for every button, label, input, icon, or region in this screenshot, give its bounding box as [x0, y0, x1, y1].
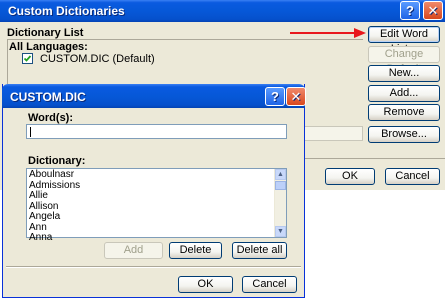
- close-icon: ✕: [290, 89, 302, 104]
- remove-label: Remove: [383, 106, 425, 118]
- dictionary-scrollbar[interactable]: ▲ ▼: [274, 169, 286, 237]
- dictionary-word-item[interactable]: Anna: [29, 232, 80, 244]
- new-button[interactable]: New...: [368, 65, 440, 82]
- close-icon: ✕: [427, 3, 439, 18]
- delete-button[interactable]: Delete: [169, 242, 222, 259]
- dictionary-row-custom-dic[interactable]: CUSTOM.DIC (Default): [9, 53, 361, 66]
- inner-cancel-button[interactable]: Cancel: [242, 276, 297, 293]
- browse-label: Browse...: [381, 128, 427, 140]
- inner-ok-label: OK: [197, 278, 214, 290]
- outer-ok-button[interactable]: OK: [325, 168, 375, 185]
- inner-dialog-title: CUSTOM.DIC: [10, 90, 86, 104]
- dictionary-list-label: Dictionary List: [7, 27, 84, 39]
- outer-help-button[interactable]: ?: [400, 1, 420, 20]
- dictionary-word-item[interactable]: Allie: [29, 190, 80, 202]
- inner-close-button[interactable]: ✕: [286, 87, 306, 106]
- dictionary-checkbox[interactable]: [22, 53, 33, 64]
- delete-label: Delete: [179, 244, 212, 256]
- edit-word-list-button[interactable]: Edit Word List...: [368, 26, 440, 55]
- scroll-up-arrow-icon[interactable]: ▲: [275, 169, 286, 180]
- dictionary-entry-label: CUSTOM.DIC (Default): [40, 53, 155, 65]
- outer-cancel-label: Cancel: [395, 170, 430, 182]
- outer-title-bar[interactable]: Custom Dictionaries ? ✕: [0, 0, 445, 22]
- add-dictionary-label: Add...: [389, 87, 419, 99]
- scrollbar-thumb[interactable]: [275, 181, 286, 190]
- annotation-arrow: [290, 28, 366, 38]
- check-icon: [23, 55, 32, 62]
- scroll-down-arrow-icon[interactable]: ▼: [275, 226, 286, 237]
- dictionary-word-item[interactable]: Aboulnasr: [29, 169, 80, 181]
- inner-help-button[interactable]: ?: [265, 87, 285, 106]
- outer-dialog-title: Custom Dictionaries: [8, 4, 125, 18]
- add-word-label: Add: [123, 244, 144, 256]
- add-word-button[interactable]: Add: [104, 242, 163, 259]
- all-languages-header: All Languages:: [9, 41, 88, 53]
- dictionary-words-list[interactable]: Aboulnasr Admissions Allie Allison Angela Ann…: [26, 168, 287, 243]
- change-default-button[interactable]: Change Default: [368, 46, 440, 75]
- add-dictionary-button[interactable]: Add...: [368, 85, 440, 102]
- delete-all-button[interactable]: Delete all: [232, 242, 287, 259]
- inner-title-bar[interactable]: CUSTOM.DIC ? ✕: [2, 84, 306, 108]
- words-label: Word(s):: [28, 112, 74, 124]
- outer-language-field[interactable]: f: [300, 126, 363, 141]
- browse-button[interactable]: Browse...: [368, 126, 440, 143]
- delete-all-label: Delete all: [236, 244, 283, 256]
- outer-ok-label: OK: [342, 170, 358, 182]
- remove-button[interactable]: Remove: [368, 104, 440, 121]
- word-list-items: Aboulnasr Admissions Allie Allison Angela Ann…: [29, 169, 80, 244]
- words-input[interactable]: [26, 124, 287, 139]
- inner-cancel-label: Cancel: [252, 278, 287, 290]
- new-label: New...: [388, 67, 420, 79]
- outer-divider: [300, 158, 445, 159]
- dictionary-label: Dictionary:: [28, 155, 86, 167]
- inner-ok-button[interactable]: OK: [178, 276, 233, 293]
- outer-close-button[interactable]: ✕: [423, 1, 443, 20]
- text-cursor: [30, 127, 31, 137]
- inner-divider: [6, 266, 301, 267]
- outer-cancel-button[interactable]: Cancel: [385, 168, 440, 185]
- dictionary-word-item[interactable]: Angela: [29, 211, 80, 223]
